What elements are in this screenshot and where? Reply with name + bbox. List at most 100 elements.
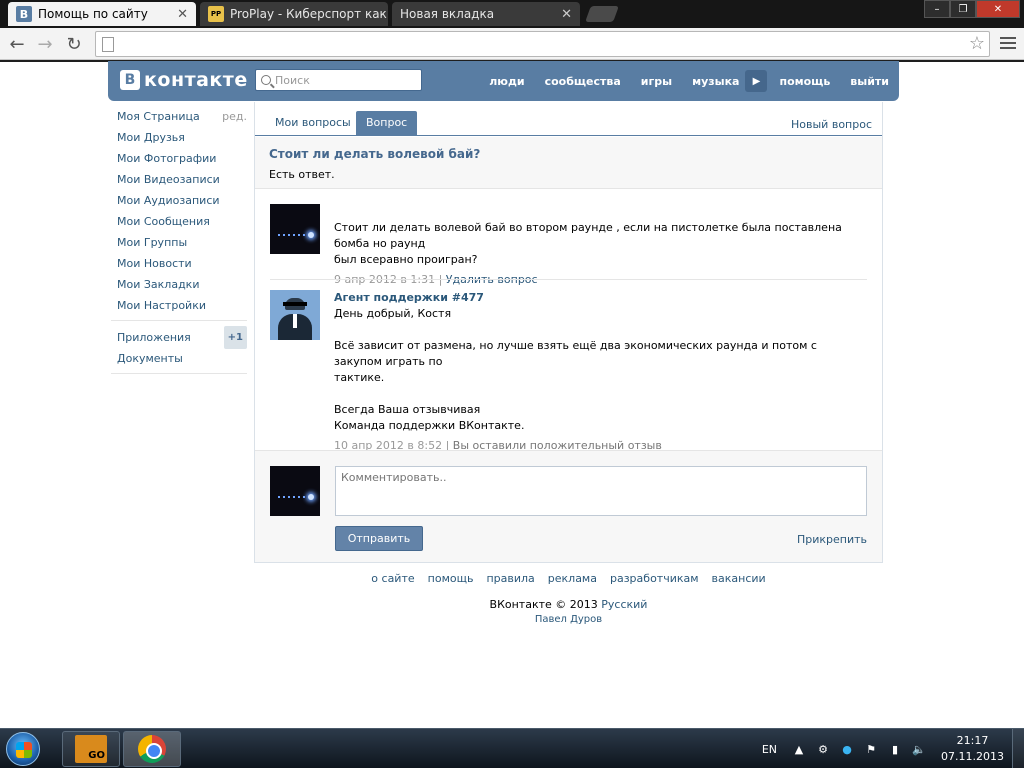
- post-text-line: Команда поддержки ВКонтакте.: [334, 419, 525, 432]
- sidebar-item-label: Мои Закладки: [117, 278, 200, 291]
- copyright: ВКонтакте © 2013 Русский: [254, 598, 883, 611]
- back-arrow-icon[interactable]: ←: [6, 33, 28, 55]
- tab-question[interactable]: Вопрос: [356, 111, 418, 135]
- agent-glasses: [283, 302, 307, 306]
- sidebar-item-documents[interactable]: Документы: [117, 348, 247, 369]
- clock-time: 21:17: [956, 734, 989, 747]
- nav-logout[interactable]: выйти: [840, 75, 899, 88]
- minimize-button[interactable]: –: [924, 0, 950, 18]
- sidebar-item-news[interactable]: Мои Новости: [117, 253, 247, 274]
- sidebar-item-messages[interactable]: Мои Сообщения: [117, 211, 247, 232]
- bookmark-star-icon[interactable]: ☆: [969, 33, 985, 54]
- close-tab-icon[interactable]: ✕: [561, 7, 572, 22]
- taskbar-app-chrome[interactable]: [123, 731, 181, 767]
- nav-help[interactable]: помощь: [769, 75, 840, 88]
- send-button[interactable]: Отправить: [335, 526, 423, 551]
- power-icon[interactable]: ▮: [887, 741, 903, 757]
- avatar[interactable]: [270, 466, 320, 516]
- sidebar-item-friends[interactable]: Мои Друзья: [117, 127, 247, 148]
- apps-count-badge: +1: [223, 326, 247, 349]
- post-author[interactable]: Агент поддержки #477: [334, 290, 867, 306]
- browser-tab-help[interactable]: В Помощь по сайту ✕: [8, 2, 196, 26]
- language-link[interactable]: Русский: [601, 598, 647, 611]
- avatar[interactable]: [270, 204, 320, 254]
- sidebar-item-label: Мои Группы: [117, 236, 188, 249]
- address-bar[interactable]: ☆: [95, 31, 990, 57]
- sidebar-item-settings[interactable]: Мои Настройки: [117, 295, 247, 316]
- footer-links: о сайте помощь правила реклама разработч…: [254, 572, 883, 585]
- browser-chrome: В Помощь по сайту ✕ PP ProPlay - Киберсп…: [0, 0, 1024, 62]
- footer-link-jobs[interactable]: вакансии: [712, 572, 766, 585]
- sidebar-item-bookmarks[interactable]: Мои Закладки: [117, 274, 247, 295]
- agent-tie: [293, 314, 297, 328]
- sidebar-item-label: Мои Сообщения: [117, 215, 210, 228]
- chrome-icon: [138, 735, 166, 763]
- vk-logo-text: контакте: [144, 69, 248, 91]
- sidebar-item-groups[interactable]: Мои Группы: [117, 232, 247, 253]
- avatar-glow: [308, 494, 314, 500]
- forward-arrow-icon[interactable]: →: [34, 33, 56, 55]
- tab-title: Новая вкладка: [400, 7, 495, 21]
- window-controls: – ❐ ✕: [924, 0, 1020, 18]
- attach-link[interactable]: Прикрепить: [797, 533, 867, 546]
- new-question-link[interactable]: Новый вопрос: [791, 118, 872, 131]
- nav-people[interactable]: люди: [479, 75, 534, 88]
- system-tray: EN ▲ ⚙ ● ⚑ ▮ 🔈 21:17 07.11.2013: [762, 729, 1024, 768]
- author-link[interactable]: Павел Дуров: [254, 614, 883, 625]
- vk-favicon-icon: В: [16, 6, 32, 22]
- taskbar-app-csgo[interactable]: GO: [62, 731, 120, 767]
- nav-games[interactable]: игры: [631, 75, 682, 88]
- volume-icon[interactable]: 🔈: [911, 741, 927, 757]
- sidebar-item-audio[interactable]: Мои Аудиозаписи: [117, 190, 247, 211]
- tab-my-questions[interactable]: Мои вопросы: [265, 111, 361, 135]
- post-text-line: был всеравно проигран?: [334, 253, 478, 266]
- reload-icon[interactable]: ↻: [63, 33, 85, 55]
- footer-link-about[interactable]: о сайте: [371, 572, 414, 585]
- post-text-line: Всё зависит от размена, но лучше взять е…: [334, 339, 817, 368]
- vk-logo-mark: В: [120, 70, 140, 90]
- language-indicator[interactable]: EN: [762, 743, 777, 756]
- close-tab-icon[interactable]: ✕: [177, 7, 188, 22]
- start-button[interactable]: [6, 732, 40, 766]
- top-nav: люди сообщества игры музыка ▶ помощь вый…: [479, 61, 899, 101]
- post-text-line: Всегда Ваша отзывчивая: [334, 403, 481, 416]
- tab-title: ProPlay - Киберспорт как: [230, 7, 387, 21]
- avatar-lights: [278, 496, 308, 498]
- sidebar-item-photos[interactable]: Мои Фотографии: [117, 148, 247, 169]
- steam-icon[interactable]: ⚙: [815, 741, 831, 757]
- footer-link-developers[interactable]: разработчикам: [610, 572, 699, 585]
- vk-logo[interactable]: В контакте: [120, 69, 248, 91]
- footer-link-ads[interactable]: реклама: [548, 572, 597, 585]
- footer-link-rules[interactable]: правила: [486, 572, 534, 585]
- action-center-icon[interactable]: ⚑: [863, 741, 879, 757]
- post-body: Стоит ли делать волевой бай во втором ра…: [334, 220, 867, 288]
- browser-menu-icon[interactable]: [1000, 34, 1016, 54]
- csgo-icon: GO: [75, 735, 107, 763]
- post-text-line: День добрый, Костя: [334, 307, 452, 320]
- sidebar-item-videos[interactable]: Мои Видеозаписи: [117, 169, 247, 190]
- sidebar-item-my-page[interactable]: Моя Страница ред.: [117, 106, 247, 127]
- browser-tab-newtab[interactable]: Новая вкладка ✕: [392, 2, 580, 26]
- sidebar-item-label: Документы: [117, 352, 183, 365]
- sidebar-item-label: Мои Аудиозаписи: [117, 194, 220, 207]
- nav-communities[interactable]: сообщества: [535, 75, 631, 88]
- sidebar-item-apps[interactable]: Приложения +1: [117, 326, 247, 349]
- search-input[interactable]: Поиск: [255, 69, 422, 91]
- support-agent-avatar[interactable]: [270, 290, 320, 340]
- play-icon[interactable]: ▶: [745, 70, 768, 92]
- show-desktop-button[interactable]: [1012, 729, 1024, 768]
- comment-input[interactable]: [335, 466, 867, 516]
- browser-tab-proplay[interactable]: PP ProPlay - Киберспорт как ✕: [200, 2, 388, 26]
- new-tab-button[interactable]: [585, 6, 619, 22]
- close-window-button[interactable]: ✕: [976, 0, 1020, 18]
- search-icon: [261, 75, 271, 85]
- footer: о сайте помощь правила реклама разработч…: [254, 572, 883, 625]
- network-app-icon[interactable]: ●: [839, 741, 855, 757]
- maximize-button[interactable]: ❐: [950, 0, 976, 18]
- question-header: Стоит ли делать волевой бай? Есть ответ.: [255, 137, 882, 189]
- nav-music[interactable]: музыка: [682, 75, 749, 88]
- footer-link-help[interactable]: помощь: [428, 572, 474, 585]
- edit-link[interactable]: ред.: [222, 106, 247, 127]
- clock[interactable]: 21:17 07.11.2013: [941, 733, 1004, 765]
- show-hidden-icons-icon[interactable]: ▲: [791, 741, 807, 757]
